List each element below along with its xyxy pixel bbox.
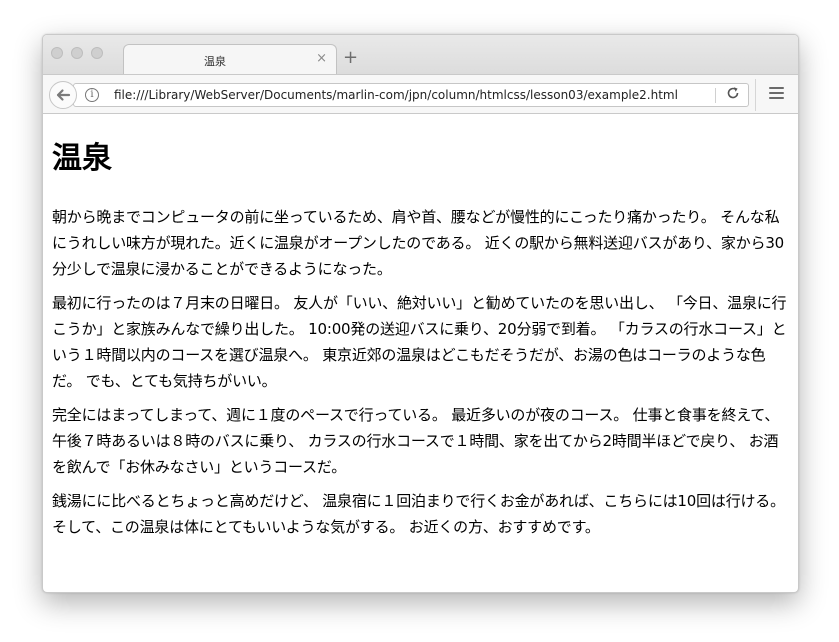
back-button[interactable] [49, 81, 77, 109]
paragraph: 完全にはまってしまって、週に１度のペースで行っている。 最近多いのが夜のコース。… [52, 406, 780, 476]
url-text[interactable]: file:///Library/WebServer/Documents/marl… [114, 88, 678, 102]
url-divider [715, 88, 716, 103]
browser-window: 温泉 × + i file:///Library/WebServer/Docum… [42, 34, 799, 593]
reload-icon-graphic [727, 87, 739, 99]
hamburger-menu-icon[interactable] [769, 87, 784, 102]
reload-icon[interactable] [726, 86, 740, 104]
zoom-window-button[interactable] [91, 47, 103, 59]
browser-tab[interactable]: 温泉 × [123, 44, 337, 75]
tab-close-icon[interactable]: × [316, 51, 327, 67]
close-window-button[interactable] [51, 47, 63, 59]
tab-title: 温泉 [204, 55, 226, 68]
page-content: 温泉 朝から晩までコンピュータの前に坐っているため、肩や首、腰などが慢性的にこっ… [52, 114, 792, 540]
title-bar: 温泉 × + [43, 35, 798, 75]
back-arrow-icon [56, 89, 71, 101]
new-tab-button[interactable]: + [343, 49, 358, 67]
navigation-toolbar: i file:///Library/WebServer/Documents/ma… [43, 74, 798, 114]
info-icon[interactable]: i [85, 88, 99, 102]
paragraph: 銭湯にに比べるとちょっと高めだけど、 温泉宿に１回泊まりで行くお金があれば、こち… [52, 492, 785, 536]
paragraph: 朝から晩までコンピュータの前に坐っているため、肩や首、腰などが慢性的にこったり痛… [52, 208, 785, 278]
paragraph: 最初に行ったのは７月末の日曜日。 友人が「いい、絶対いい」と勧めていたのを思い出… [52, 294, 787, 390]
address-bar[interactable]: i file:///Library/WebServer/Documents/ma… [73, 83, 749, 107]
toolbar-divider [755, 79, 756, 111]
page-heading: 温泉 [52, 141, 112, 176]
minimize-window-button[interactable] [71, 47, 83, 59]
